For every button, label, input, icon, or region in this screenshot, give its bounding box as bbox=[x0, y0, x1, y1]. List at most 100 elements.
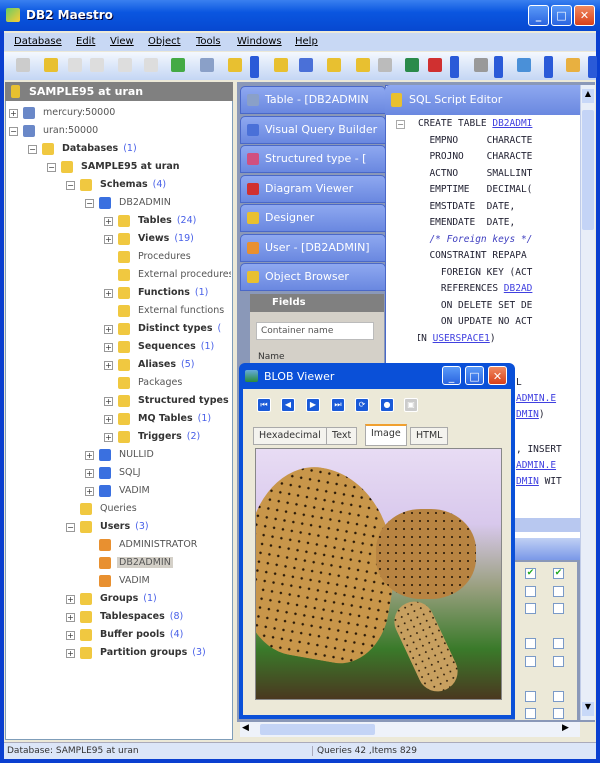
code-token[interactable]: DB2ADMI bbox=[492, 118, 532, 129]
horizontal-scrollbar[interactable]: ◀ ▶ bbox=[240, 722, 580, 737]
tree-node[interactable]: − Schemas (4) bbox=[66, 177, 166, 193]
blob-maximize-button[interactable]: □ bbox=[465, 366, 484, 385]
blob-close-button[interactable]: ✕ bbox=[488, 366, 507, 385]
menu-tools[interactable]: Tools bbox=[196, 36, 221, 47]
tree-node[interactable]: + NULLID bbox=[85, 447, 156, 463]
table-props-icon[interactable] bbox=[228, 58, 242, 72]
tree-node[interactable]: DB2ADMIN bbox=[85, 555, 173, 571]
grid-checkbox[interactable]: ✔ bbox=[553, 568, 564, 579]
filter-icon[interactable] bbox=[474, 58, 488, 72]
menu-view[interactable]: View bbox=[110, 36, 134, 47]
execute-icon[interactable] bbox=[171, 58, 185, 72]
prior-record-button[interactable]: ◀ bbox=[281, 398, 295, 412]
expand-icon[interactable]: + bbox=[104, 397, 113, 406]
expand-icon[interactable]: + bbox=[104, 289, 113, 298]
window-tab[interactable]: Designer bbox=[240, 204, 386, 232]
tree-node[interactable]: + Distinct types ( bbox=[104, 321, 221, 337]
sql-code[interactable]: CREATE TABLE DB2ADMI EMPNO CHARACTE PROJ… bbox=[418, 118, 580, 368]
diagram-icon[interactable] bbox=[428, 58, 442, 72]
disabled-tool-icon[interactable] bbox=[144, 58, 158, 72]
collapse-icon[interactable]: − bbox=[66, 181, 75, 190]
blob-viewer-icon[interactable] bbox=[405, 58, 419, 72]
tree-node[interactable]: + MQ Tables (1) bbox=[104, 411, 211, 427]
tab-image[interactable]: Image bbox=[365, 424, 407, 446]
fold-toggle[interactable]: − bbox=[396, 120, 405, 129]
window-tab[interactable]: User - [DB2ADMIN] bbox=[240, 233, 386, 262]
window-tab[interactable]: Structured type - [ bbox=[240, 145, 386, 173]
tree-node[interactable]: + mercury:50000 bbox=[9, 105, 117, 121]
menu-help[interactable]: Help bbox=[295, 36, 318, 47]
code-token[interactable]: USERSPACE1 bbox=[433, 333, 490, 344]
collapse-icon[interactable]: − bbox=[47, 163, 56, 172]
expand-icon[interactable]: + bbox=[85, 487, 94, 496]
disabled-tool-icon[interactable] bbox=[90, 58, 104, 72]
tree-node[interactable]: + Functions (1) bbox=[104, 285, 208, 301]
first-record-button[interactable]: ⏮ bbox=[257, 398, 271, 412]
grid-checkbox[interactable] bbox=[525, 638, 536, 649]
help-icon[interactable] bbox=[566, 58, 580, 72]
load-button[interactable]: ▣ bbox=[404, 398, 418, 412]
expand-icon[interactable]: + bbox=[9, 109, 18, 118]
grid-checkbox[interactable] bbox=[553, 690, 564, 702]
tree-node[interactable]: ADMINISTRATOR bbox=[85, 537, 199, 553]
minimize-button[interactable]: _ bbox=[528, 5, 549, 26]
window-tab[interactable]: Diagram Viewer bbox=[240, 174, 386, 203]
grid-checkbox[interactable] bbox=[525, 690, 536, 702]
tree-node[interactable]: + Partition groups (3) bbox=[66, 645, 206, 661]
tree-node[interactable]: + Tablespaces (8) bbox=[66, 609, 183, 625]
tree-node[interactable]: External procedures bbox=[104, 267, 231, 283]
tree-node[interactable]: − Users (3) bbox=[66, 519, 149, 535]
toolbar-chevron[interactable] bbox=[250, 56, 259, 78]
tree-node[interactable]: + Groups (1) bbox=[66, 591, 157, 607]
expand-icon[interactable]: + bbox=[104, 433, 113, 442]
tree-node[interactable]: + Sequences (1) bbox=[104, 339, 214, 355]
tree-node[interactable]: + Triggers (2) bbox=[104, 429, 200, 445]
tree-node[interactable]: + VADIM bbox=[85, 483, 152, 499]
export-icon[interactable] bbox=[356, 58, 370, 72]
toolbar-chevron[interactable] bbox=[450, 56, 459, 78]
tree-node[interactable]: + Aliases (5) bbox=[104, 357, 195, 373]
menu-object[interactable]: Object bbox=[148, 36, 181, 47]
new-database-icon[interactable] bbox=[44, 58, 58, 72]
expand-icon[interactable]: + bbox=[104, 361, 113, 370]
tree-node[interactable]: − SAMPLE95 at uran bbox=[47, 159, 182, 175]
tree-node[interactable]: + Tables (24) bbox=[104, 213, 196, 229]
expand-icon[interactable]: + bbox=[66, 595, 75, 604]
scroll-up-icon[interactable]: ▲ bbox=[582, 89, 594, 103]
expand-icon[interactable]: + bbox=[66, 613, 75, 622]
expand-icon[interactable]: + bbox=[85, 451, 94, 460]
vertical-scrollbar[interactable]: ▲ ▼ bbox=[580, 85, 595, 720]
database-icon[interactable] bbox=[274, 58, 288, 72]
tree-node[interactable]: + SQLJ bbox=[85, 465, 143, 481]
tree-node[interactable]: Procedures bbox=[104, 249, 193, 265]
refresh-button[interactable]: ⟳ bbox=[355, 398, 369, 412]
tree-node[interactable]: + Buffer pools (4) bbox=[66, 627, 183, 643]
code-token[interactable]: DB2AD bbox=[504, 283, 533, 294]
tree-node[interactable]: VADIM bbox=[85, 573, 152, 589]
tab-text[interactable]: Text bbox=[326, 427, 358, 445]
sql-editor-icon[interactable] bbox=[327, 58, 341, 72]
properties-icon[interactable] bbox=[16, 58, 30, 72]
grid-checkbox[interactable] bbox=[553, 708, 564, 719]
toolbar-chevron[interactable] bbox=[544, 56, 553, 78]
query-builder-icon[interactable] bbox=[299, 58, 313, 72]
scroll-right-icon[interactable]: ▶ bbox=[562, 723, 574, 736]
grid-checkbox[interactable] bbox=[553, 603, 564, 614]
scroll-down-icon[interactable]: ▼ bbox=[582, 702, 594, 716]
tree-node[interactable]: + Structured types bbox=[104, 393, 231, 409]
tree-node[interactable]: − DB2ADMIN bbox=[85, 195, 173, 211]
close-button[interactable]: ✕ bbox=[574, 5, 595, 26]
hscroll-thumb[interactable] bbox=[260, 724, 375, 735]
next-record-button[interactable]: ▶ bbox=[306, 398, 320, 412]
collapse-icon[interactable]: − bbox=[9, 127, 18, 136]
grid-checkbox[interactable] bbox=[525, 655, 536, 667]
expand-icon[interactable]: + bbox=[66, 649, 75, 658]
expand-icon[interactable]: + bbox=[104, 343, 113, 352]
maximize-button[interactable]: □ bbox=[551, 5, 572, 26]
scroll-left-icon[interactable]: ◀ bbox=[242, 723, 254, 736]
menu-edit[interactable]: Edit bbox=[76, 36, 95, 47]
window-tab[interactable]: Visual Query Builder bbox=[240, 115, 386, 144]
collapse-icon[interactable]: − bbox=[85, 199, 94, 208]
print-icon[interactable] bbox=[378, 58, 392, 72]
collapse-icon[interactable]: − bbox=[66, 523, 75, 532]
